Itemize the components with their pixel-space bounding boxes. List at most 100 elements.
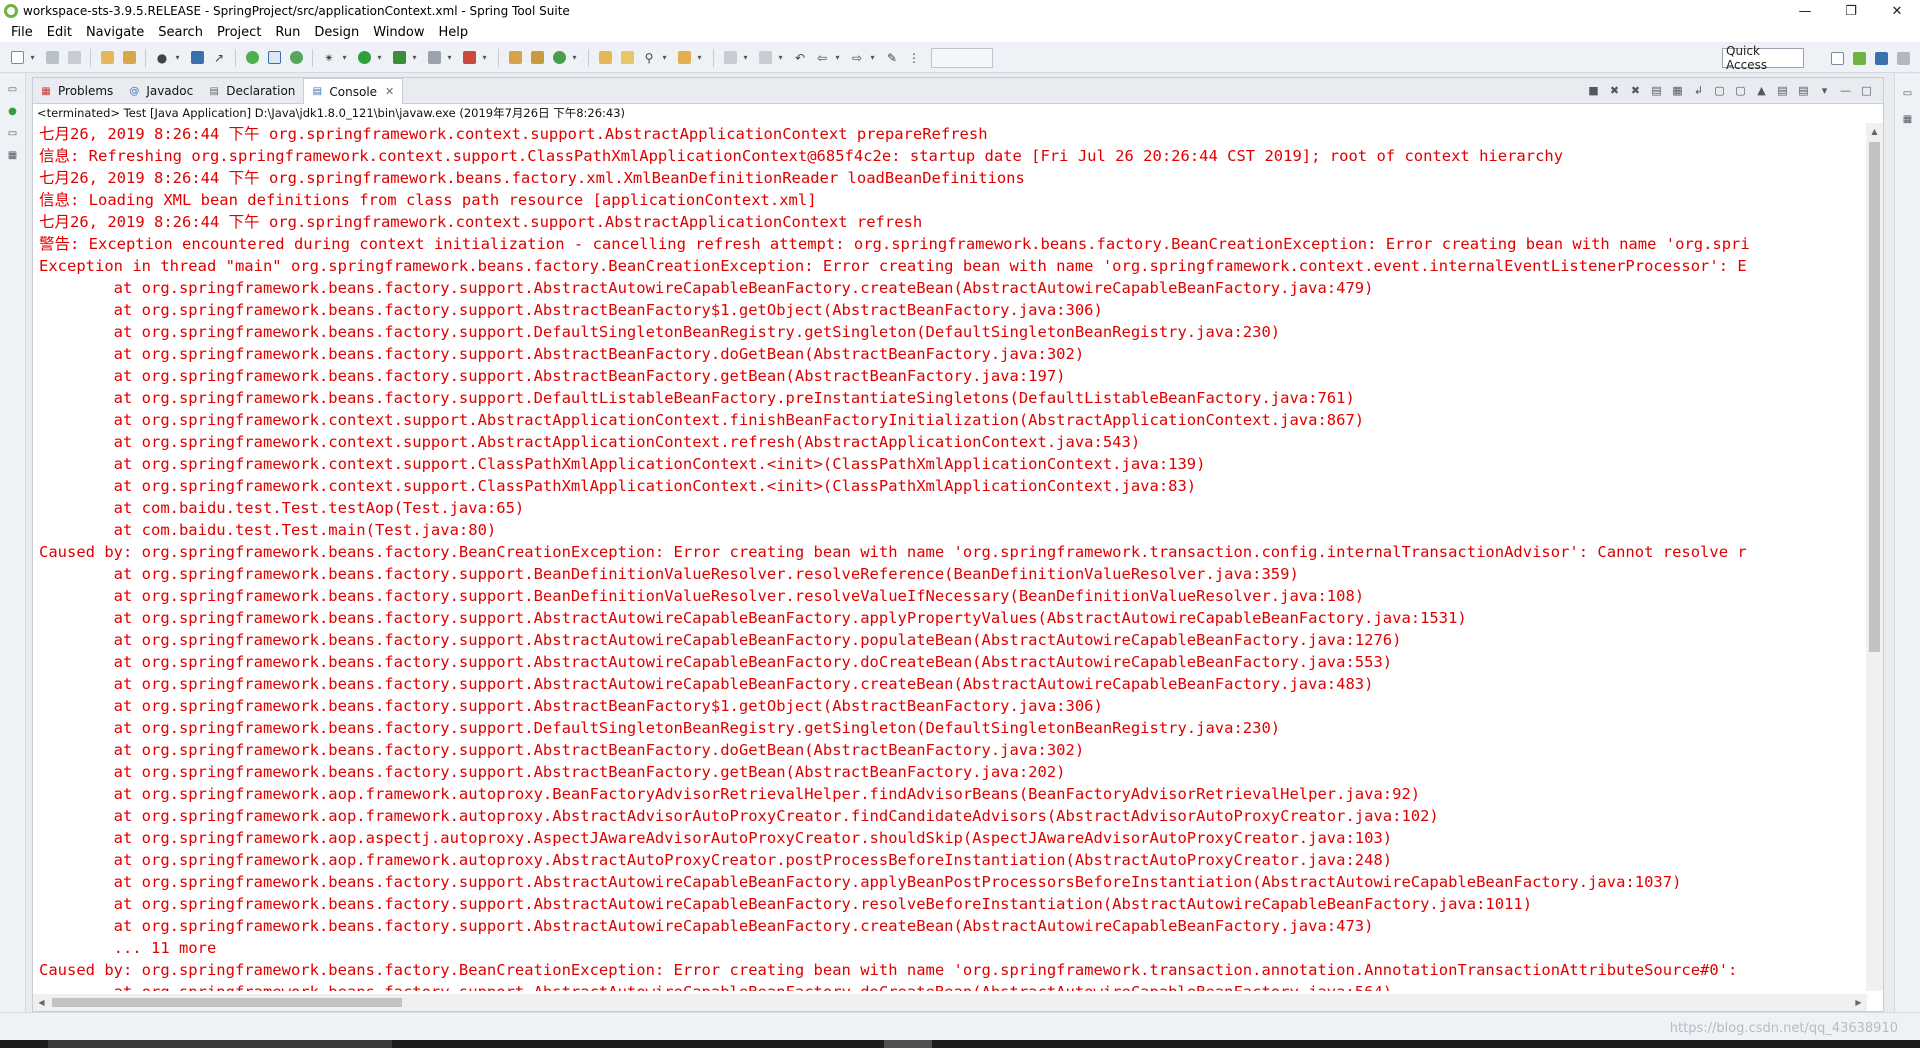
next-edit-icon[interactable] bbox=[756, 49, 774, 67]
run-external-icon[interactable] bbox=[390, 49, 408, 67]
minimize-button[interactable]: — bbox=[1782, 0, 1828, 22]
show-stdout-icon[interactable]: ▢ bbox=[1711, 82, 1728, 98]
open-task-icon[interactable] bbox=[98, 49, 116, 67]
search-dropdown-icon[interactable]: ▾ bbox=[660, 49, 669, 67]
close-button[interactable]: ✕ bbox=[1874, 0, 1920, 22]
scroll-thumb[interactable] bbox=[1869, 142, 1880, 652]
pointer-icon[interactable]: ↗ bbox=[210, 49, 228, 67]
outline-icon[interactable]: ▦ bbox=[1900, 112, 1916, 126]
word-wrap-icon[interactable]: ↲ bbox=[1690, 82, 1707, 98]
menu-run[interactable]: Run bbox=[268, 25, 307, 40]
vertical-scrollbar[interactable]: ▲ bbox=[1866, 123, 1883, 991]
new-dropdown-icon[interactable]: ▾ bbox=[28, 49, 37, 67]
new-java-project-icon[interactable] bbox=[506, 49, 524, 67]
scroll-up-icon[interactable]: ▲ bbox=[1866, 123, 1883, 140]
terminate-icon[interactable]: ■ bbox=[1585, 82, 1602, 98]
console-output[interactable]: 七月26, 2019 8:26:44 下午 org.springframewor… bbox=[33, 123, 1867, 991]
user-dropdown-icon[interactable]: ▾ bbox=[173, 49, 182, 67]
menu-window[interactable]: Window bbox=[366, 25, 431, 40]
quick-access-field[interactable]: Quick Access bbox=[1722, 44, 1804, 72]
resource-dropdown-icon[interactable]: ▾ bbox=[695, 49, 704, 67]
spring-boot-icon[interactable] bbox=[243, 49, 261, 67]
restore-icon[interactable]: ▭ bbox=[1900, 86, 1916, 100]
taskbar-item[interactable] bbox=[48, 1040, 392, 1048]
next-edit-dropdown-icon[interactable]: ▾ bbox=[776, 49, 785, 67]
horizontal-scrollbar[interactable]: ◀ ▶ bbox=[33, 994, 1867, 1011]
java-ee-perspective-icon[interactable] bbox=[1872, 49, 1890, 67]
open-folder-icon[interactable] bbox=[596, 49, 614, 67]
pin-editor-icon[interactable]: ✎ bbox=[883, 49, 901, 67]
terminal-icon[interactable] bbox=[188, 49, 206, 67]
restore-button[interactable]: ❐ bbox=[1828, 0, 1874, 22]
scroll-left-icon[interactable]: ◀ bbox=[33, 994, 50, 1011]
run-external-dropdown-icon[interactable]: ▾ bbox=[410, 49, 419, 67]
clear-console-icon[interactable]: ▤ bbox=[1648, 82, 1665, 98]
taskbar-item[interactable] bbox=[884, 1040, 932, 1048]
new-package-icon[interactable] bbox=[528, 49, 546, 67]
menu-edit[interactable]: Edit bbox=[40, 25, 79, 40]
refresh-icon[interactable] bbox=[287, 49, 305, 67]
user-icon[interactable]: ● bbox=[153, 49, 171, 67]
close-tab-icon[interactable]: ✕ bbox=[385, 85, 394, 98]
search-icon[interactable]: ⚲ bbox=[640, 49, 658, 67]
remove-all-icon[interactable]: ✖ bbox=[1627, 82, 1644, 98]
new-icon[interactable] bbox=[8, 49, 26, 67]
view-menu-icon[interactable]: ▾ bbox=[1816, 82, 1833, 98]
spring-dashboard-icon[interactable]: ● bbox=[5, 104, 21, 118]
last-edit-icon[interactable]: ↶ bbox=[791, 49, 809, 67]
scroll-right-icon[interactable]: ▶ bbox=[1850, 994, 1867, 1011]
menu-project[interactable]: Project bbox=[210, 25, 268, 40]
run-icon[interactable] bbox=[355, 49, 373, 67]
open-perspective-icon[interactable] bbox=[1828, 49, 1846, 67]
toolbar-separator bbox=[498, 48, 499, 67]
annotation-icon[interactable] bbox=[721, 49, 739, 67]
save-icon[interactable] bbox=[43, 49, 61, 67]
zoom-combo[interactable] bbox=[931, 47, 993, 68]
scroll-lock-icon[interactable]: ▦ bbox=[1669, 82, 1686, 98]
debug-dropdown-icon[interactable]: ▾ bbox=[340, 49, 349, 67]
forward-icon[interactable]: ⇨ bbox=[848, 49, 866, 67]
forward-dropdown-icon[interactable]: ▾ bbox=[868, 49, 877, 67]
open-resource-icon[interactable] bbox=[675, 49, 693, 67]
minimize-view-icon[interactable]: — bbox=[1837, 82, 1854, 98]
maximize-view-icon[interactable]: □ bbox=[1858, 82, 1875, 98]
tab-javadoc[interactable]: @ Javadoc bbox=[121, 79, 201, 103]
stop-server-icon[interactable] bbox=[425, 49, 443, 67]
debug-icon[interactable]: ✴ bbox=[320, 49, 338, 67]
menu-file[interactable]: File bbox=[4, 25, 40, 40]
new-class-dropdown-icon[interactable]: ▾ bbox=[570, 49, 579, 67]
tab-console[interactable]: ▤ Console ✕ bbox=[303, 78, 404, 104]
java-perspective-icon[interactable] bbox=[1894, 49, 1912, 67]
menu-navigate[interactable]: Navigate bbox=[79, 25, 151, 40]
toggle-view-icon[interactable] bbox=[265, 49, 283, 67]
back-dropdown-icon[interactable]: ▾ bbox=[833, 49, 842, 67]
restore-icon[interactable]: ▭ bbox=[5, 82, 21, 96]
server-dropdown-icon[interactable]: ▾ bbox=[445, 49, 454, 67]
show-stderr-icon[interactable]: ▢ bbox=[1732, 82, 1749, 98]
menu-help[interactable]: Help bbox=[432, 25, 476, 40]
display-console-icon[interactable]: ▤ bbox=[1774, 82, 1791, 98]
console-line: at org.springframework.beans.factory.sup… bbox=[39, 323, 1281, 341]
open-console-icon[interactable]: ▤ bbox=[1795, 82, 1812, 98]
save-all-icon[interactable] bbox=[65, 49, 83, 67]
minimized-restore-icon[interactable]: ▭ bbox=[5, 126, 21, 140]
deploy-dropdown-icon[interactable]: ▾ bbox=[480, 49, 489, 67]
tab-declaration[interactable]: ▤ Declaration bbox=[201, 79, 303, 103]
annotation-dropdown-icon[interactable]: ▾ bbox=[741, 49, 750, 67]
open-file-icon[interactable] bbox=[618, 49, 636, 67]
run-dropdown-icon[interactable]: ▾ bbox=[375, 49, 384, 67]
new-class-icon[interactable] bbox=[550, 49, 568, 67]
back-icon[interactable]: ⇦ bbox=[813, 49, 831, 67]
remove-launch-icon[interactable]: ✖ bbox=[1606, 82, 1623, 98]
window-title: workspace-sts-3.9.5.RELEASE - SpringProj… bbox=[23, 4, 570, 18]
pin-console-icon[interactable]: ▲ bbox=[1753, 82, 1770, 98]
menu-design[interactable]: Design bbox=[307, 25, 366, 40]
scroll-thumb[interactable] bbox=[52, 998, 402, 1007]
menu-search[interactable]: Search bbox=[151, 25, 210, 40]
package-explorer-icon[interactable]: ▦ bbox=[5, 148, 21, 162]
deploy-icon[interactable] bbox=[460, 49, 478, 67]
spring-perspective-icon[interactable] bbox=[1850, 49, 1868, 67]
console-line: at org.springframework.beans.factory.sup… bbox=[39, 675, 1374, 693]
open-type-icon[interactable] bbox=[120, 49, 138, 67]
tab-problems[interactable]: ▦ Problems bbox=[33, 79, 121, 103]
